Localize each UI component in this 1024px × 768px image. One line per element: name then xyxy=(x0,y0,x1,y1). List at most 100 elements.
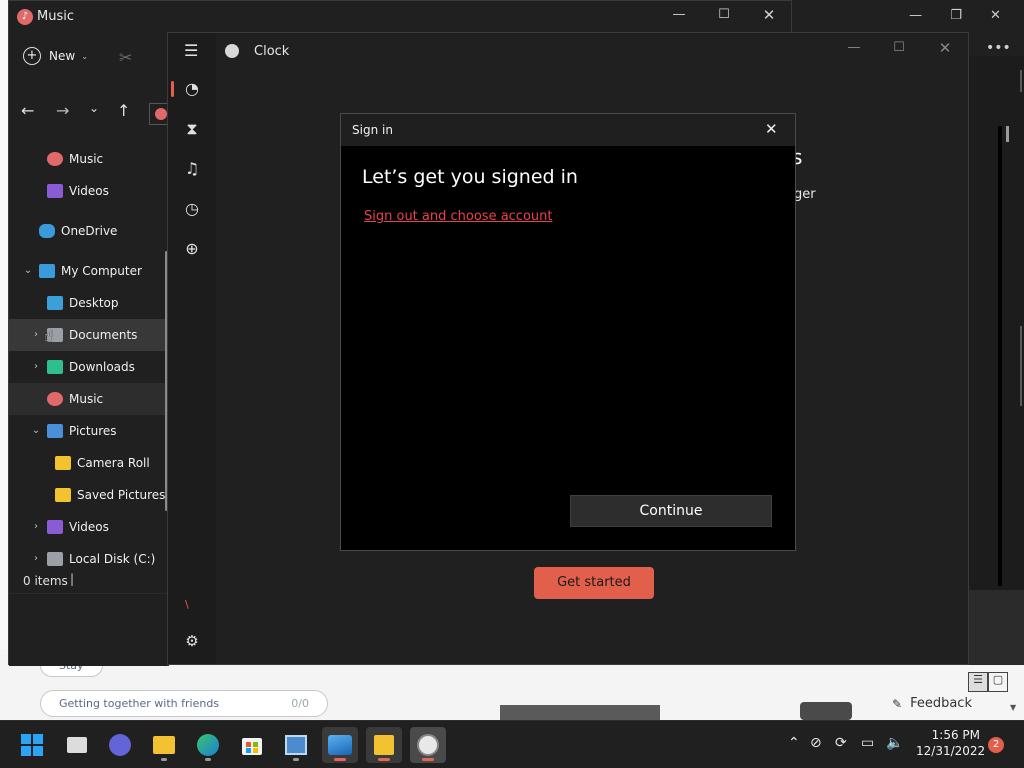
notification-badge[interactable]: 2 xyxy=(988,737,1004,753)
nav-item-downloads[interactable]: › Downloads xyxy=(9,351,169,383)
clock-datetime[interactable]: 1:56 PM 12/31/2022 xyxy=(916,727,985,759)
nav-item-pictures[interactable]: ⌄ Pictures xyxy=(9,415,169,447)
up-arrow-icon[interactable]: ↑ xyxy=(117,101,130,120)
close-icon[interactable]: ✕ xyxy=(990,8,1001,28)
close-icon[interactable]: ✕ xyxy=(765,120,778,138)
teams-chat-button[interactable] xyxy=(102,727,138,763)
music-app-icon: ♪ xyxy=(17,9,33,25)
running-indicator xyxy=(293,758,299,761)
volume-icon[interactable]: 🔈 xyxy=(886,735,903,751)
forward-arrow-icon[interactable]: → xyxy=(56,101,69,120)
tiles-view-icon[interactable]: ▢ xyxy=(988,672,1008,692)
nav-item-videos[interactable]: Videos xyxy=(9,175,169,207)
chevron-down-icon[interactable]: ⌄ xyxy=(25,415,47,447)
get-started-button[interactable]: Get started xyxy=(534,567,654,599)
more-icon[interactable]: ••• xyxy=(986,40,1011,56)
nav-item-onedrive[interactable]: OneDrive xyxy=(9,215,169,247)
scrollbar-thumb[interactable] xyxy=(1006,126,1009,142)
scroll-down-icon[interactable]: ▼ xyxy=(1010,703,1016,712)
scroll-track xyxy=(998,126,1002,586)
start-button[interactable] xyxy=(14,727,50,763)
chevron-right-icon[interactable]: › xyxy=(25,351,47,383)
edge-taskbar-button[interactable] xyxy=(190,727,226,763)
nav-item-label: My Computer xyxy=(61,264,142,278)
clock-icon xyxy=(417,734,439,756)
nav-item-my-computer[interactable]: ⌄ My Computer xyxy=(9,255,169,287)
hamburger-menu-icon[interactable]: ☰ xyxy=(184,41,198,60)
chevron-down-icon[interactable]: ⌄ xyxy=(17,255,39,287)
continue-button[interactable]: Continue xyxy=(570,495,772,527)
minimize-icon[interactable]: — xyxy=(909,8,922,28)
chat-icon xyxy=(109,734,131,756)
nav-item-label: Videos xyxy=(69,184,109,198)
explorer-bottom xyxy=(9,593,169,666)
nav-item-label: Music xyxy=(69,152,104,166)
control-panel-icon xyxy=(285,735,307,755)
nav-item-camera-roll[interactable]: Camera Roll xyxy=(9,447,169,479)
display-icon[interactable]: ▭ xyxy=(861,735,874,751)
plus-icon: + xyxy=(23,47,41,65)
dialog-title: Sign in xyxy=(352,123,393,137)
address-bar[interactable] xyxy=(149,103,169,125)
feedback-button[interactable]: ✎ Feedback xyxy=(892,696,972,711)
hand-cursor-icon: ☝ xyxy=(44,326,54,345)
music-icon xyxy=(155,108,167,120)
sync-icon[interactable]: ⟳ xyxy=(835,735,847,751)
maximize-icon[interactable]: ☐ xyxy=(889,40,909,55)
file-explorer-taskbar-button[interactable] xyxy=(146,727,182,763)
edge-icon xyxy=(197,734,219,756)
loading-spinner: \ xyxy=(185,598,189,611)
details-view-icon[interactable]: ☰ xyxy=(968,672,988,692)
world-clock-icon[interactable]: ⊕ xyxy=(168,229,216,269)
nav-item-music[interactable]: Music xyxy=(9,143,169,175)
clock-taskbar-button[interactable] xyxy=(410,727,446,763)
sign-out-link[interactable]: Sign out and choose account xyxy=(364,209,553,224)
folder-icon xyxy=(55,456,71,470)
timer-icon[interactable]: ⧗ xyxy=(168,109,216,149)
alarm-icon[interactable]: ♫ xyxy=(168,149,216,189)
minimize-icon[interactable]: — xyxy=(669,7,689,22)
running-indicator xyxy=(334,758,346,761)
photos-icon xyxy=(328,735,352,755)
partial-text: ger xyxy=(794,187,816,202)
show-hidden-icons-icon[interactable]: ⌃ xyxy=(788,735,800,751)
view-toggle: ☰ ▢ xyxy=(968,672,1008,694)
stopwatch-icon[interactable]: ◷ xyxy=(168,189,216,229)
back-arrow-icon[interactable]: ← xyxy=(21,101,34,120)
minimize-icon[interactable]: — xyxy=(844,40,864,55)
photos-taskbar-button[interactable] xyxy=(322,727,358,763)
music-icon xyxy=(47,152,63,166)
nav-item-documents[interactable]: › Documents xyxy=(9,319,169,351)
nav-item-label: Desktop xyxy=(69,296,119,310)
nav-item-label: Camera Roll xyxy=(77,456,150,470)
sign-in-dialog: Sign in ✕ Let’s get you signed in Sign o… xyxy=(340,113,796,551)
cut-icon[interactable]: ✂ xyxy=(119,48,132,67)
focus-sessions-icon[interactable]: ◔ xyxy=(168,69,216,109)
close-icon[interactable]: ✕ xyxy=(759,6,779,24)
network-off-icon[interactable]: ⊘ xyxy=(810,735,822,751)
nav-item-saved-pictures[interactable]: Saved Pictures xyxy=(9,479,169,511)
background-window-controls: — ❐ ✕ xyxy=(895,8,1015,28)
music-explorer-taskbar-button[interactable] xyxy=(366,727,402,763)
maximize-icon[interactable]: ☐ xyxy=(714,7,734,22)
store-taskbar-button[interactable] xyxy=(234,727,270,763)
nav-item-label: OneDrive xyxy=(61,224,118,238)
nav-item-desktop[interactable]: Desktop xyxy=(9,287,169,319)
window-title: Clock xyxy=(254,44,290,59)
chevron-right-icon[interactable]: › xyxy=(25,511,47,543)
settings-gear-icon[interactable]: ⚙ xyxy=(168,621,216,661)
item-count: 0 items xyxy=(23,574,68,588)
clock-app-icon xyxy=(225,44,239,58)
computer-icon xyxy=(39,264,55,278)
nav-item-music[interactable]: Music xyxy=(9,383,169,415)
taskbar: ⌃ ⊘ ⟳ ▭ 🔈 1:56 PM 12/31/2022 2 xyxy=(0,720,1024,768)
new-button[interactable]: + New ⌄ xyxy=(23,47,88,65)
close-icon[interactable]: ✕ xyxy=(935,39,955,57)
activity-pill[interactable]: Getting together with friends 0/0 xyxy=(40,690,328,717)
nav-item-label: Pictures xyxy=(69,424,117,438)
restore-icon[interactable]: ❐ xyxy=(950,8,962,28)
recent-locations-icon[interactable]: ⌄ xyxy=(89,101,99,115)
task-view-button[interactable] xyxy=(59,727,95,763)
nav-item-videos[interactable]: › Videos xyxy=(9,511,169,543)
control-panel-taskbar-button[interactable] xyxy=(278,727,314,763)
